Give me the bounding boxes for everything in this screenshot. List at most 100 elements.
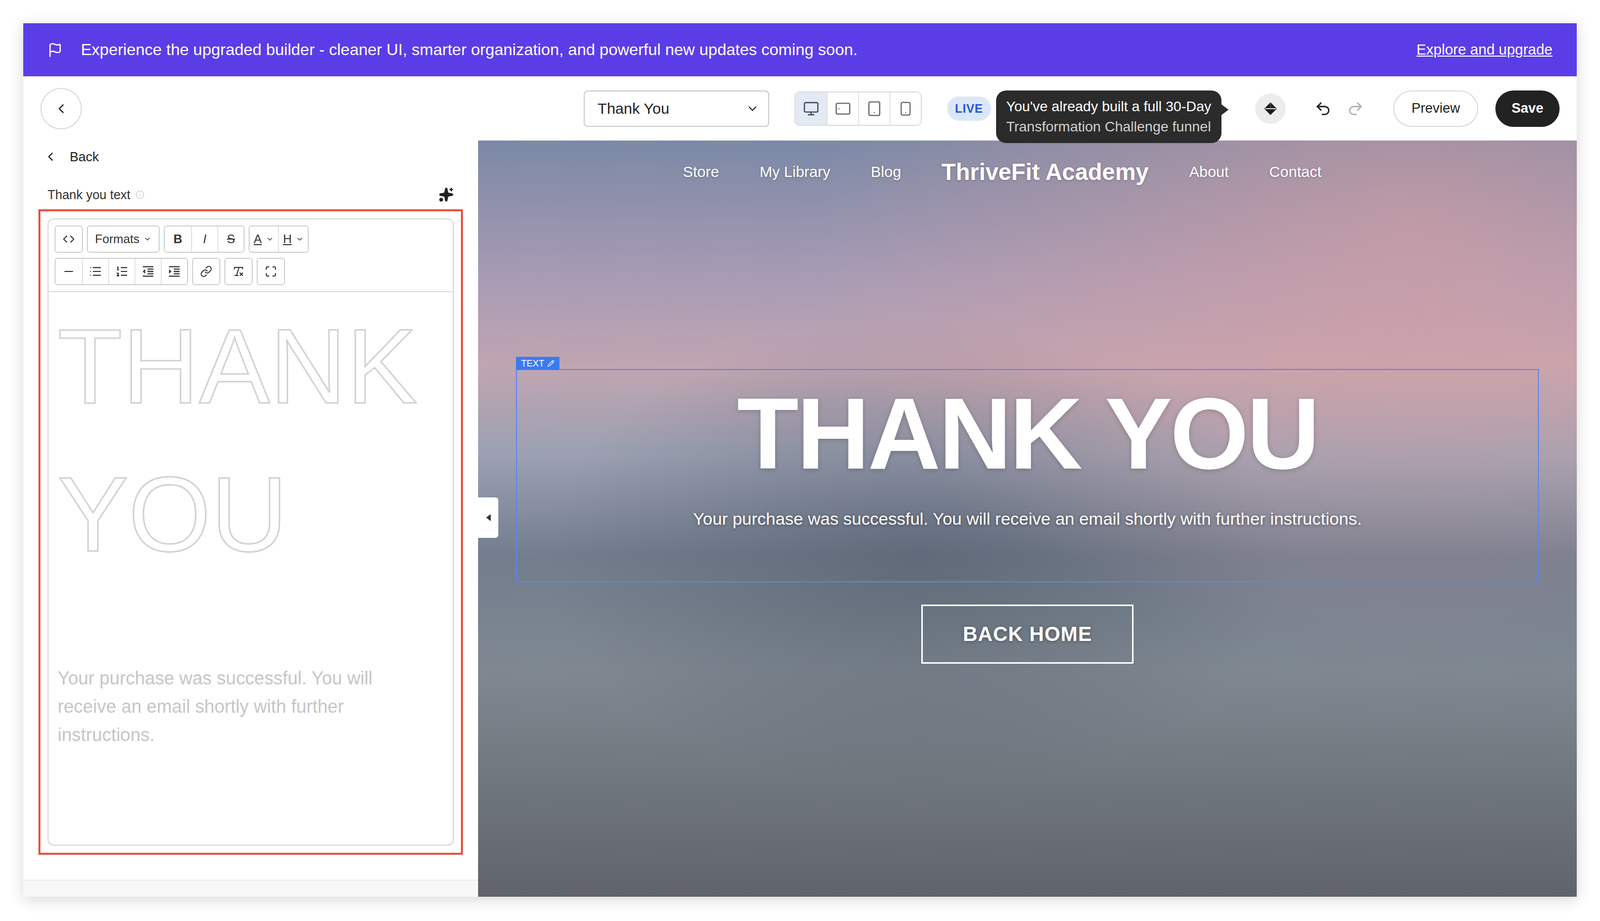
device-button[interactable] <box>889 92 921 125</box>
device-button[interactable] <box>795 92 827 125</box>
secondary-action-button[interactable]: Preview <box>1393 90 1479 127</box>
caret-icon <box>295 234 304 244</box>
outdent-icon <box>140 264 156 279</box>
bullets-tool-button[interactable] <box>81 258 109 285</box>
primary-action-button[interactable]: Save <box>1495 90 1560 127</box>
color-tool-label: A <box>253 231 262 247</box>
upgrade-link[interactable]: Explore and upgrade <box>1416 41 1553 59</box>
toolbar-row: FormatsBISAH <box>54 225 447 253</box>
italic-tool-button[interactable]: I <box>191 226 218 252</box>
collapse-arrow-icon <box>486 513 491 522</box>
device-button[interactable] <box>858 92 890 125</box>
device-button[interactable] <box>826 92 859 125</box>
page-select[interactable]: Thank You <box>583 90 770 127</box>
outdent-tool-button[interactable] <box>134 258 161 285</box>
menu-tool-button[interactable]: Formats <box>87 226 159 252</box>
builder-body: BackThank you textFormatsBISAHTHANK YOUY… <box>23 140 1577 897</box>
indent-tool-button[interactable] <box>160 258 187 285</box>
strike-tool-button[interactable]: S <box>217 226 244 252</box>
element-tag: TEXT <box>515 356 560 370</box>
chevron-left-icon <box>53 101 69 117</box>
numbered-list-icon <box>115 264 129 278</box>
exit-button[interactable] <box>40 87 82 130</box>
editor-highlight: FormatsBISAHTHANK YOUYour purchase was s… <box>38 209 463 855</box>
color-tool-button[interactable]: A <box>249 226 278 252</box>
site-brand[interactable]: ThriveFit Academy <box>941 158 1149 186</box>
code-icon <box>62 232 75 246</box>
nav-link[interactable]: Contact <box>1268 163 1322 181</box>
nav-link[interactable]: Blog <box>870 163 902 181</box>
info-icon <box>135 190 145 200</box>
sidebar-footer <box>23 879 479 897</box>
menu-tool-label: Formats <box>95 231 140 247</box>
nav-link[interactable]: My Library <box>759 163 831 181</box>
settings-sidebar: BackThank you textFormatsBISAHTHANK YOUY… <box>23 140 479 897</box>
banner-text: Experience the upgraded builder - cleane… <box>80 40 1399 60</box>
toolbar-row <box>54 257 447 286</box>
field-label: Thank you text <box>47 187 131 203</box>
heading-tool-button[interactable]: H <box>277 226 308 252</box>
hero-subtitle: Your purchase was successful. You will r… <box>692 506 1362 531</box>
builder-window: Experience the upgraded builder - cleane… <box>23 23 1577 897</box>
clear-formatting-icon <box>232 265 245 278</box>
clear-tool-button[interactable] <box>225 258 252 285</box>
redo-button[interactable] <box>1346 100 1364 118</box>
sparkles-icon <box>438 186 454 203</box>
top-bar: Thank YouLIVEYou've already built a full… <box>23 76 1577 141</box>
hero-heading: THANK YOU <box>736 383 1318 485</box>
chevron-left-icon <box>43 149 58 164</box>
desktop-icon <box>803 100 820 117</box>
back-home-button[interactable]: BACK HOME <box>921 604 1134 664</box>
editor-heading: THANK YOU <box>57 292 444 589</box>
collapse-sidebar-tab[interactable] <box>478 497 499 538</box>
site-nav: Store My Library Blog ThriveFit Academy Abou… <box>478 140 1577 204</box>
back-label: Back <box>69 149 100 165</box>
undo-button[interactable] <box>1314 100 1332 118</box>
premium-button[interactable] <box>1255 93 1286 124</box>
device-toggle-group <box>794 91 922 126</box>
fullscreen-icon <box>264 265 277 278</box>
page-canvas: Store My Library Blog ThriveFit Academy Abou… <box>478 140 1577 897</box>
code-tool-button[interactable] <box>55 226 82 252</box>
editor-paragraph: Your purchase was successful. You will r… <box>57 664 412 749</box>
field-header: Thank you text <box>23 186 479 203</box>
horizontal-rule-icon <box>62 264 76 278</box>
fullscreen-tool-button[interactable] <box>257 258 285 285</box>
page: Experience the upgraded builder - cleane… <box>0 0 1600 921</box>
heading-tool-label: H <box>283 231 292 247</box>
mobile-icon <box>898 101 914 117</box>
back-button[interactable]: Back <box>23 140 120 173</box>
link-icon <box>200 265 213 278</box>
nav-link[interactable]: Store <box>682 163 720 181</box>
element-tag-label: TEXT <box>521 358 545 369</box>
redo-icon <box>1346 100 1364 118</box>
tooltip: You've already built a full 30-DayTransf… <box>996 90 1222 144</box>
toolbar-group <box>224 257 253 286</box>
toolbar-group <box>54 225 83 253</box>
chevron-down-icon <box>745 102 760 116</box>
nav-link[interactable]: About <box>1189 163 1229 181</box>
numbers-tool-button[interactable] <box>108 258 135 285</box>
toolbar-group: Formats <box>86 225 160 253</box>
rule-tool-button[interactable] <box>55 258 82 285</box>
bold-tool-label: B <box>173 231 182 247</box>
tooltip-line: Transformation Challenge funnel <box>1006 116 1212 137</box>
live-badge: LIVE <box>947 96 992 121</box>
caret-icon <box>143 234 152 244</box>
indent-icon <box>167 264 182 279</box>
upgrade-banner: Experience the upgraded builder - cleane… <box>23 23 1577 77</box>
toolbar-group: BIS <box>163 225 245 253</box>
ai-assist-button[interactable] <box>438 186 454 203</box>
selected-text-element[interactable]: TEXTTHANK YOUYour purchase was successfu… <box>515 368 1539 583</box>
toolbar-group: AH <box>248 225 309 253</box>
page-select-value: Thank You <box>597 100 670 118</box>
tooltip-line: You've already built a full 30-Day <box>1006 96 1212 117</box>
editor-toolbar: FormatsBISAH <box>48 219 453 293</box>
flag-icon <box>47 42 63 58</box>
bold-tool-button[interactable]: B <box>164 226 192 252</box>
toolbar-group <box>192 257 221 286</box>
caret-icon <box>265 234 274 244</box>
link-tool-button[interactable] <box>193 258 220 285</box>
rich-text-editor: FormatsBISAHTHANK YOUYour purchase was s… <box>47 218 454 846</box>
editor-content[interactable]: THANK YOU Your purchase was successful. Y… <box>48 292 453 845</box>
